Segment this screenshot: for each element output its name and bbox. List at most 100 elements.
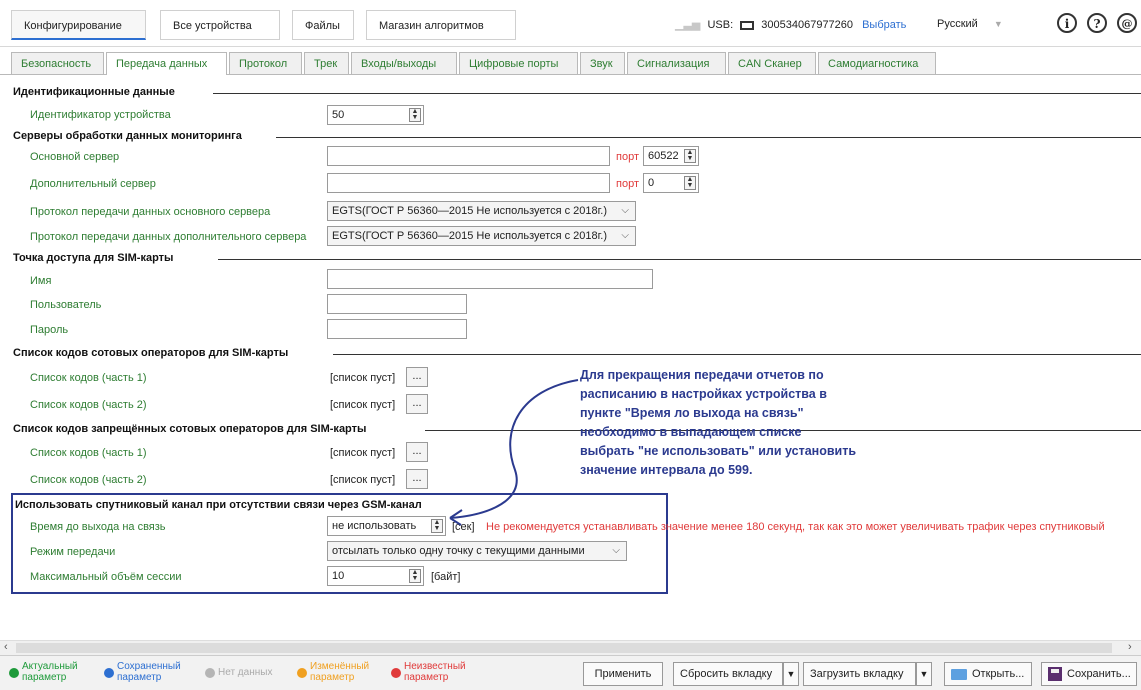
- apply-button[interactable]: Применить: [583, 662, 663, 686]
- sat-mode-value: отсылать только одну точку с текущими да…: [332, 545, 585, 557]
- load-tab-button[interactable]: Загрузить вкладку: [803, 662, 916, 686]
- save-button[interactable]: Сохранить...: [1041, 662, 1137, 686]
- usb-status: ▁▃▅ USB: 300534067977260 Выбрать: [675, 18, 906, 31]
- menu-configuration[interactable]: Конфигурирование: [11, 10, 146, 40]
- backup-port-input[interactable]: 0 ▲ ▼: [643, 173, 699, 193]
- callout-line: Для прекращения передачи отчетов по: [580, 368, 824, 382]
- device-id-input[interactable]: 50 ▲ ▼: [327, 105, 424, 125]
- forbidden-part2-edit-button[interactable]: ...: [406, 469, 428, 489]
- sat-time-value: не использовать: [332, 520, 417, 532]
- folder-icon: [951, 668, 967, 680]
- backup-protocol-select[interactable]: EGTS(ГОСТ Р 56360—2015 Не используется с…: [327, 226, 636, 246]
- section-servers-title: Серверы обработки данных мониторинга: [13, 130, 242, 142]
- tab-inputs-outputs[interactable]: Входы/выходы: [351, 52, 457, 74]
- chevron-down-icon: ▼: [993, 19, 1003, 29]
- apn-name-label: Имя: [30, 275, 52, 287]
- section-operators-title: Список кодов сотовых операторов для SIM-…: [13, 347, 289, 359]
- tab-sound[interactable]: Звук: [580, 52, 625, 74]
- apn-name-input[interactable]: [327, 269, 653, 289]
- apn-password-label: Пароль: [30, 324, 69, 336]
- language-select[interactable]: Русский ▼: [937, 18, 1003, 30]
- apn-password-input[interactable]: [327, 319, 467, 339]
- tab-security[interactable]: Безопасность: [11, 52, 104, 74]
- forbidden-part1-edit-button[interactable]: ...: [406, 442, 428, 462]
- info-icon[interactable]: i: [1057, 13, 1077, 33]
- chevron-down-icon: ⌵: [621, 205, 629, 216]
- sat-session-unit: [байт]: [431, 571, 461, 583]
- sat-session-input[interactable]: 10 ▲ ▼: [327, 566, 424, 586]
- callout-line: выбрать "не использовать" или установить: [580, 444, 857, 458]
- spin-button[interactable]: ▲ ▼: [409, 108, 421, 122]
- main-server-label: Основной сервер: [30, 151, 120, 163]
- menu-files[interactable]: Файлы: [292, 10, 354, 40]
- select-device-link[interactable]: Выбрать: [862, 19, 906, 31]
- main-protocol-select[interactable]: EGTS(ГОСТ Р 56360—2015 Не используется с…: [327, 201, 636, 221]
- menu-all-devices[interactable]: Все устройства: [160, 10, 280, 40]
- operators-part1-value: [список пуст]: [330, 372, 396, 384]
- main-port-input[interactable]: 60522 ▲ ▼: [643, 146, 699, 166]
- usb-label: USB:: [707, 19, 734, 31]
- section-satellite-title: Использовать спутниковый канал при отсут…: [15, 499, 422, 511]
- reset-tab-button[interactable]: Сбросить вкладку: [673, 662, 783, 686]
- spin-button[interactable]: ▲ ▼: [684, 176, 696, 190]
- forbidden-part1-value: [список пуст]: [330, 447, 396, 459]
- section-divider: [218, 259, 1141, 260]
- main-protocol-value: EGTS(ГОСТ Р 56360—2015 Не используется с…: [332, 205, 608, 217]
- backup-server-label: Дополнительный сервер: [30, 178, 156, 190]
- scroll-left-icon[interactable]: ‹: [4, 641, 8, 653]
- legend-actual: Актуальный параметр: [22, 661, 78, 683]
- operators-part2-label: Список кодов (часть 2): [30, 399, 147, 411]
- backup-port-label: порт: [616, 178, 639, 190]
- sat-mode-select[interactable]: отсылать только одну точку с текущими да…: [327, 541, 627, 561]
- open-label: Открыть...: [972, 668, 1025, 680]
- spin-button[interactable]: ▲ ▼: [409, 569, 421, 583]
- apn-user-input[interactable]: [327, 294, 467, 314]
- callout-line: значение интервала до 599.: [580, 463, 753, 477]
- floppy-disk-icon: [1048, 667, 1062, 682]
- tab-track[interactable]: Трек: [304, 52, 349, 74]
- main-server-input[interactable]: [327, 146, 610, 166]
- main-port-label: порт: [616, 151, 639, 163]
- device-id-label: Идентификатор устройства: [30, 109, 171, 121]
- tab-protocol[interactable]: Протокол: [229, 52, 302, 74]
- operators-part2-edit-button[interactable]: ...: [406, 394, 428, 414]
- at-icon[interactable]: @: [1117, 13, 1137, 33]
- tab-can-scanner[interactable]: CAN Сканер: [728, 52, 816, 74]
- help-icon[interactable]: ?: [1087, 13, 1107, 33]
- menu-algorithm-store[interactable]: Магазин алгоритмов: [366, 10, 516, 40]
- legend-unknown: Неизвестный параметр: [404, 661, 466, 683]
- legend-actual-icon: [9, 668, 19, 678]
- tab-digital-ports[interactable]: Цифровые порты: [459, 52, 578, 74]
- main-protocol-label: Протокол передачи данных основного серве…: [30, 206, 271, 218]
- save-label: Сохранить...: [1067, 668, 1131, 680]
- open-button[interactable]: Открыть...: [944, 662, 1032, 686]
- legend-changed: Изменённый параметр: [310, 661, 370, 683]
- scroll-right-icon[interactable]: ›: [1128, 641, 1132, 653]
- chevron-down-icon: ⌵: [612, 545, 620, 556]
- backup-server-input[interactable]: [327, 173, 610, 193]
- tab-alarm[interactable]: Сигнализация: [627, 52, 726, 74]
- operators-part1-edit-button[interactable]: ...: [406, 367, 428, 387]
- operators-part1-label: Список кодов (часть 1): [30, 372, 147, 384]
- legend-nodata: Нет данных: [218, 667, 273, 678]
- reset-tab-dropdown-icon[interactable]: ▼: [783, 662, 799, 686]
- callout-arrow-icon: [449, 379, 579, 526]
- horizontal-scrollbar[interactable]: ‹ ›: [0, 640, 1141, 655]
- legend-saved-icon: [104, 668, 114, 678]
- usb-serial: 300534067977260: [761, 19, 854, 31]
- forbidden-part1-label: Список кодов (часть 1): [30, 447, 147, 459]
- callout-line: расписанию в настройках устройства в: [580, 387, 827, 401]
- spin-button[interactable]: ▲ ▼: [684, 149, 696, 163]
- signal-icon: ▁▃▅: [675, 19, 701, 31]
- sat-time-input[interactable]: не использовать ▲ ▼: [327, 516, 446, 536]
- sat-session-value: 10: [332, 570, 345, 582]
- section-apn-title: Точка доступа для SIM-карты: [13, 252, 174, 264]
- tab-self-diagnostics[interactable]: Самодиагностика: [818, 52, 936, 74]
- section-divider: [213, 93, 1141, 94]
- callout-line: пункте "Время ло выхода на связь": [580, 406, 804, 420]
- apn-user-label: Пользователь: [30, 299, 102, 311]
- forbidden-part2-value: [список пуст]: [330, 474, 396, 486]
- tab-data-transfer[interactable]: Передача данных: [106, 52, 227, 75]
- load-tab-dropdown-icon[interactable]: ▼: [916, 662, 932, 686]
- scroll-track[interactable]: [16, 643, 1112, 653]
